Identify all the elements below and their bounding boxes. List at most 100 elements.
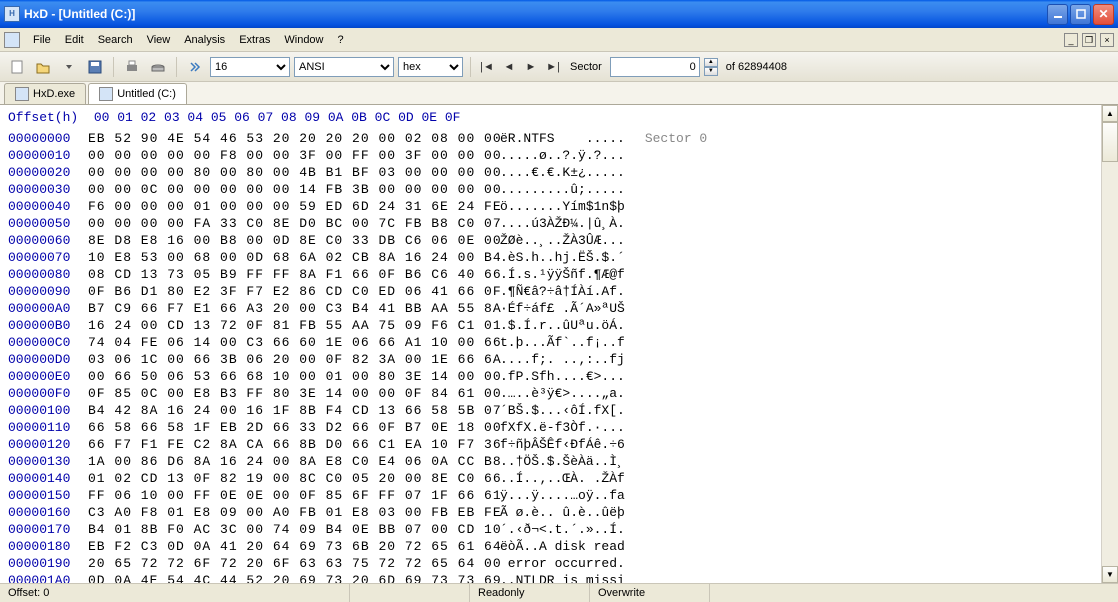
hex-bytes[interactable]: B4 42 8A 16 24 00 16 1F 8B F4 CD 13 66 5… xyxy=(88,402,488,419)
menu-help[interactable]: ? xyxy=(331,31,351,49)
hex-ascii[interactable]: .…..è³ÿ€>....„a. xyxy=(500,385,625,402)
hex-ascii[interactable]: ....€.€.K±¿..... xyxy=(500,164,625,181)
hex-ascii[interactable]: ·Éf÷áf£ .Ã´A»ªUŠ xyxy=(500,300,625,317)
open-button[interactable] xyxy=(32,56,54,78)
hex-bytes[interactable]: EB 52 90 4E 54 46 53 20 20 20 20 00 02 0… xyxy=(88,130,488,147)
hex-ascii[interactable]: Ã ø.è.. û.è..ûëþ xyxy=(500,504,625,521)
mdi-restore-button[interactable]: ❐ xyxy=(1082,33,1096,47)
hex-ascii[interactable]: ö.......Yím$1n$þ xyxy=(500,198,625,215)
hex-bytes[interactable]: EB F2 C3 0D 0A 41 20 64 69 73 6B 20 72 6… xyxy=(88,538,488,555)
tabbar: HxD.exe Untitled (C:) xyxy=(0,82,1118,105)
hex-bytes[interactable]: 03 06 1C 00 66 3B 06 20 00 0F 82 3A 00 1… xyxy=(88,351,488,368)
bytes-per-row-select[interactable]: 16 xyxy=(210,57,290,77)
menu-window[interactable]: Window xyxy=(277,31,330,49)
hex-bytes[interactable]: 1A 00 86 D6 8A 16 24 00 8A E8 C0 E4 06 0… xyxy=(88,453,488,470)
close-button[interactable]: ✕ xyxy=(1093,4,1114,25)
menu-view[interactable]: View xyxy=(140,31,178,49)
sector-up-button[interactable]: ▲ xyxy=(704,58,718,67)
hex-ascii[interactable]: ëR.NTFS ..... xyxy=(500,130,625,147)
save-button[interactable] xyxy=(84,56,106,78)
hex-ascii[interactable]: t.þ...Ãf`..f¡..f xyxy=(500,334,625,351)
sector-input[interactable] xyxy=(610,57,700,77)
hex-ascii[interactable]: fXfX.ë-f3Òf.·... xyxy=(500,419,625,436)
hex-bytes[interactable]: C3 A0 F8 01 E8 09 00 A0 FB 01 E8 03 00 F… xyxy=(88,504,488,521)
hex-ascii[interactable]: ëòÃ..A disk read xyxy=(500,538,625,555)
hex-bytes[interactable]: 10 E8 53 00 68 00 0D 68 6A 02 CB 8A 16 2… xyxy=(88,249,488,266)
save-dropdown-button[interactable] xyxy=(58,56,80,78)
hex-bytes[interactable]: 00 00 00 00 FA 33 C0 8E D0 BC 00 7C FB B… xyxy=(88,215,488,232)
hex-ascii[interactable]: .èS.h..hj.ËŠ.$.´ xyxy=(500,249,625,266)
hex-ascii[interactable]: ÿ...ÿ....…oÿ..fa xyxy=(500,487,625,504)
hex-ascii[interactable]: .........û;..... xyxy=(500,181,625,198)
hex-bytes[interactable]: 74 04 FE 06 14 00 C3 66 60 1E 06 66 A1 1… xyxy=(88,334,488,351)
hex-bytes[interactable]: 01 02 CD 13 0F 82 19 00 8C C0 05 20 00 8… xyxy=(88,470,488,487)
menu-analysis[interactable]: Analysis xyxy=(177,31,232,49)
maximize-button[interactable] xyxy=(1070,4,1091,25)
hex-offset: 000001A0 xyxy=(8,572,88,583)
hex-ascii[interactable]: .¶Ñ€â?÷â†ÍÀí.Af. xyxy=(500,283,625,300)
hex-row: 0000003000 00 0C 00 00 00 00 00 14 FB 3B… xyxy=(8,181,1093,198)
hex-ascii[interactable]: .fP.Sfh....€>... xyxy=(500,368,625,385)
sector-marker: Sector 0 xyxy=(645,130,707,147)
first-sector-button[interactable]: |◄ xyxy=(478,58,496,76)
hex-ascii[interactable]: ŽØè..¸..ŽÀ3ÛÆ... xyxy=(500,232,625,249)
hex-bytes[interactable]: 00 66 50 06 53 66 68 10 00 01 00 80 3E 1… xyxy=(88,368,488,385)
hex-ascii[interactable]: error occurred. xyxy=(500,555,625,572)
hex-bytes[interactable]: 8E D8 E8 16 00 B8 00 0D 8E C0 33 DB C6 0… xyxy=(88,232,488,249)
sector-down-button[interactable]: ▼ xyxy=(704,67,718,76)
encoding-select[interactable]: ANSI xyxy=(294,57,394,77)
hex-bytes[interactable]: B7 C9 66 F7 E1 66 A3 20 00 C3 B4 41 BB A… xyxy=(88,300,488,317)
hex-ascii[interactable]: .Í.s.¹ÿÿŠñf.¶Æ@f xyxy=(500,266,625,283)
base-select[interactable]: hex xyxy=(398,57,463,77)
print-button[interactable] xyxy=(121,56,143,78)
menu-file[interactable]: File xyxy=(26,31,58,49)
menu-edit[interactable]: Edit xyxy=(58,31,91,49)
hex-bytes[interactable]: B4 01 8B F0 AC 3C 00 74 09 B4 0E BB 07 0… xyxy=(88,521,488,538)
hex-bytes[interactable]: 00 00 00 00 80 00 80 00 4B B1 BF 03 00 0… xyxy=(88,164,488,181)
tab-hxd-exe[interactable]: HxD.exe xyxy=(4,83,86,104)
hex-bytes[interactable]: 20 65 72 72 6F 72 20 6F 63 63 75 72 72 6… xyxy=(88,555,488,572)
hex-bytes[interactable]: 00 00 0C 00 00 00 00 00 14 FB 3B 00 00 0… xyxy=(88,181,488,198)
minimize-button[interactable] xyxy=(1047,4,1068,25)
new-button[interactable] xyxy=(6,56,28,78)
hex-bytes[interactable]: 0F B6 D1 80 E2 3F F7 E2 86 CD C0 ED 06 4… xyxy=(88,283,488,300)
scroll-up-button[interactable]: ▲ xyxy=(1102,105,1118,122)
tab-untitled-c[interactable]: Untitled (C:) xyxy=(88,83,187,104)
hex-ascii[interactable]: .$.Í.r..ûUªu.öÁ. xyxy=(500,317,625,334)
hex-bytes[interactable]: 16 24 00 CD 13 72 0F 81 FB 55 AA 75 09 F… xyxy=(88,317,488,334)
hex-ascii[interactable]: ..†ÖŠ.$.ŠèÀä..Ì¸ xyxy=(500,453,625,470)
hex-row: 0000005000 00 00 00 FA 33 C0 8E D0 BC 00… xyxy=(8,215,1093,232)
hex-offset: 00000010 xyxy=(8,147,88,164)
hex-bytes[interactable]: 66 58 66 58 1F EB 2D 66 33 D2 66 0F B7 0… xyxy=(88,419,488,436)
vertical-scrollbar[interactable]: ▲ ▼ xyxy=(1101,105,1118,583)
hex-offset: 00000000 xyxy=(8,130,88,147)
hex-content[interactable]: Offset(h) 00 01 02 03 04 05 06 07 08 09 … xyxy=(0,105,1101,583)
prev-sector-button[interactable]: ◄ xyxy=(500,58,518,76)
hex-bytes[interactable]: 08 CD 13 73 05 B9 FF FF 8A F1 66 0F B6 C… xyxy=(88,266,488,283)
hex-bytes[interactable]: 00 00 00 00 00 F8 00 00 3F 00 FF 00 3F 0… xyxy=(88,147,488,164)
menu-extras[interactable]: Extras xyxy=(232,31,277,49)
hex-bytes[interactable]: 0D 0A 4E 54 4C 44 52 20 69 73 20 6D 69 7… xyxy=(88,572,488,583)
toggle-button[interactable] xyxy=(184,56,206,78)
scroll-thumb[interactable] xyxy=(1102,122,1118,162)
menu-search[interactable]: Search xyxy=(91,31,140,49)
hex-ascii[interactable]: ´.‹ð¬<.t.´.»..Í. xyxy=(500,521,625,538)
hex-ascii[interactable]: ´BŠ.$...‹ôÍ.fX[. xyxy=(500,402,625,419)
hex-ascii[interactable]: ....ú3ÀŽĐ¼.|û¸À. xyxy=(500,215,625,232)
hex-ascii[interactable]: ....f;. ..‚:..fj xyxy=(500,351,625,368)
scroll-down-button[interactable]: ▼ xyxy=(1102,566,1118,583)
hex-ascii[interactable]: ..Í..‚..ŒÀ. .ŽÀf xyxy=(500,470,625,487)
hex-ascii[interactable]: f÷ñþÂŠÊf‹ÐfÁê.÷6 xyxy=(500,436,625,453)
hex-bytes[interactable]: F6 00 00 00 01 00 00 00 59 ED 6D 24 31 6… xyxy=(88,198,488,215)
hex-bytes[interactable]: 0F 85 0C 00 E8 B3 FF 80 3E 14 00 00 0F 8… xyxy=(88,385,488,402)
mdi-minimize-button[interactable]: _ xyxy=(1064,33,1078,47)
mdi-close-button[interactable]: × xyxy=(1100,33,1114,47)
hex-bytes[interactable]: 66 F7 F1 FE C2 8A CA 66 8B D0 66 C1 EA 1… xyxy=(88,436,488,453)
open-disk-button[interactable] xyxy=(147,56,169,78)
hex-ascii[interactable]: .....ø..?.ÿ.?... xyxy=(500,147,625,164)
hex-row: 000000F00F 85 0C 00 E8 B3 FF 80 3E 14 00… xyxy=(8,385,1093,402)
last-sector-button[interactable]: ►| xyxy=(544,58,562,76)
next-sector-button[interactable]: ► xyxy=(522,58,540,76)
hex-bytes[interactable]: FF 06 10 00 FF 0E 0E 00 0F 85 6F FF 07 1… xyxy=(88,487,488,504)
hex-ascii[interactable]: ..NTLDR is missi xyxy=(500,572,625,583)
